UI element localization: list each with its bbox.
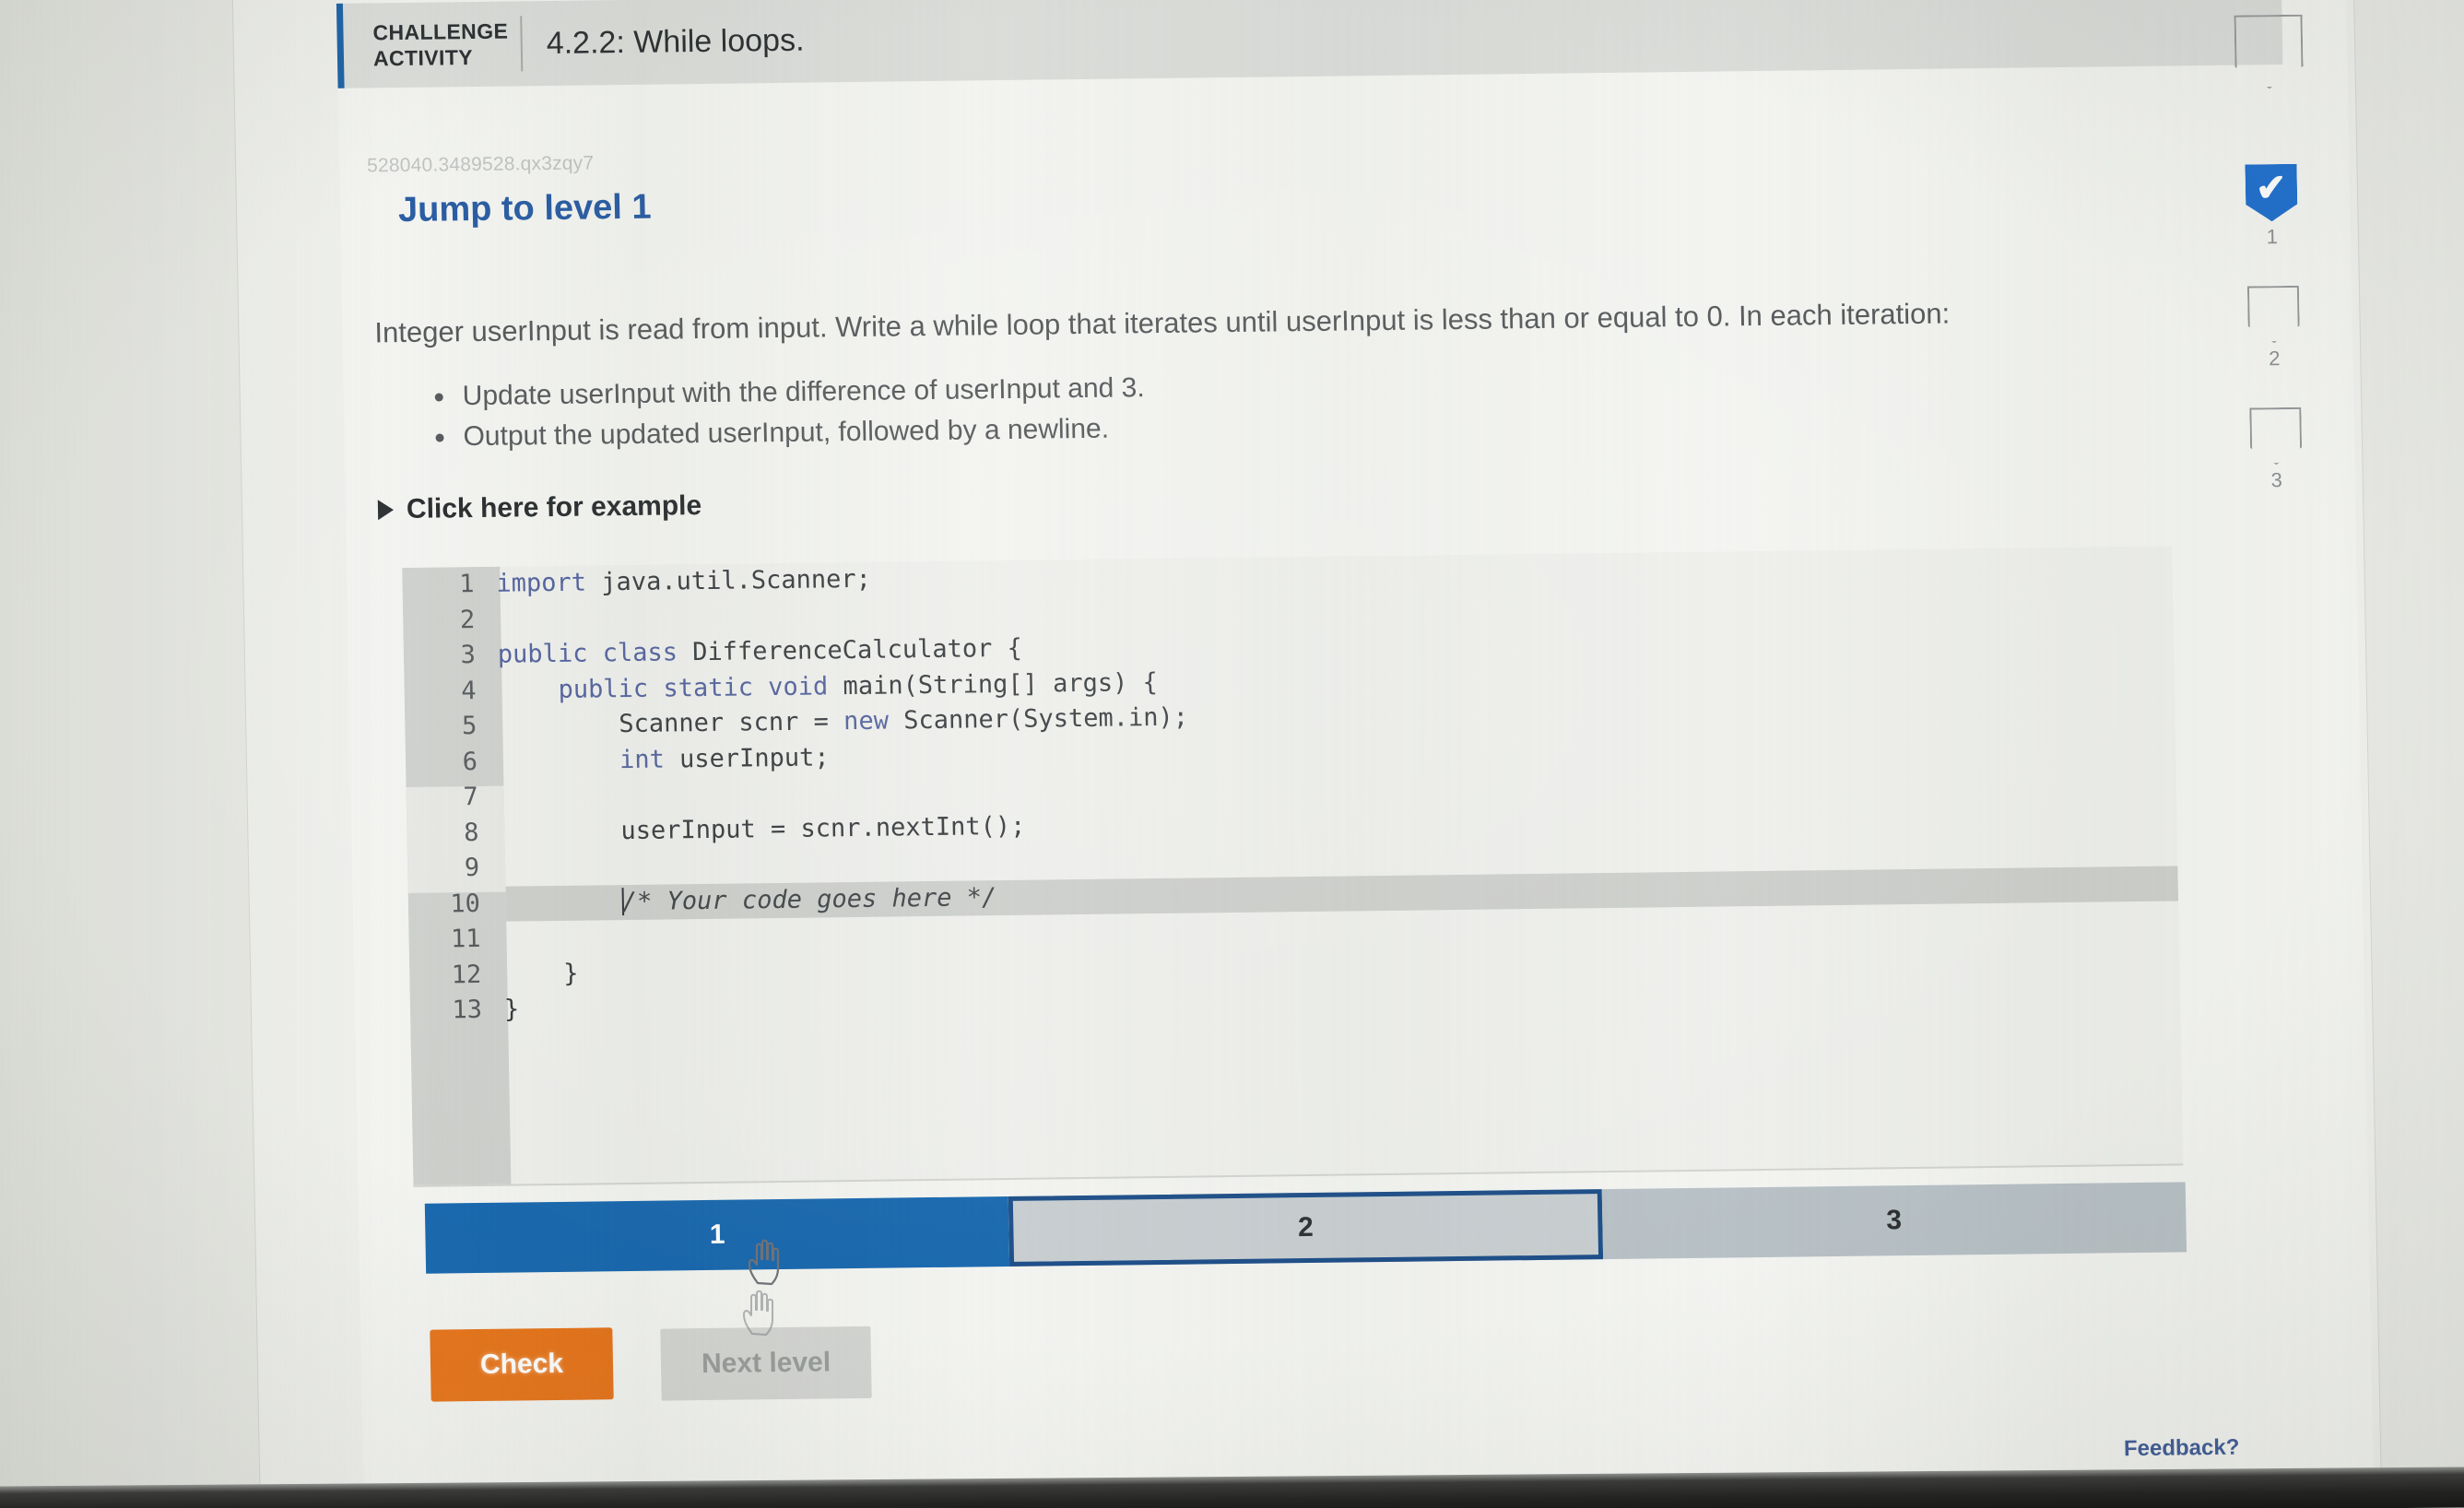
code-text: Scanner(System.in); bbox=[888, 702, 1189, 736]
line-number: 8 bbox=[463, 818, 479, 847]
code-keyword: public bbox=[558, 674, 649, 704]
code-keyword: class bbox=[602, 638, 678, 668]
code-comment: /* Your code goes here */ bbox=[621, 882, 997, 916]
code-text: Scanner scnr = bbox=[499, 707, 844, 740]
sidebar-badge-label: 3 bbox=[2270, 468, 2283, 492]
line-number: 6 bbox=[462, 747, 478, 776]
shield-check-icon: ✔ bbox=[2245, 164, 2297, 222]
code-line-text: } bbox=[503, 956, 579, 992]
code-text: userInput = scnr.nextInt(); bbox=[501, 811, 1026, 847]
code-line-text: /* Your code goes here */ bbox=[501, 880, 997, 922]
sidebar-badge[interactable]: 2 bbox=[2247, 286, 2301, 408]
code-keyword: static bbox=[663, 672, 754, 703]
code-keyword: int bbox=[619, 745, 666, 774]
action-button-row: Check Next level bbox=[430, 1325, 872, 1404]
line-number: 9 bbox=[464, 853, 480, 883]
level-heading: Jump to level 1 bbox=[397, 187, 652, 230]
shield-shape bbox=[2234, 15, 2303, 89]
line-number: 2 bbox=[459, 605, 476, 634]
shield-shape bbox=[2247, 286, 2300, 344]
sidebar-badge-list: ✔ 1 2 3 bbox=[2245, 164, 2303, 530]
activity-title: 4.2.2: While loops. bbox=[546, 22, 805, 61]
sidebar-badge[interactable]: ✔ 1 bbox=[2245, 164, 2298, 287]
shield-outline-icon bbox=[2247, 286, 2300, 344]
code-line-text: } bbox=[504, 992, 520, 1028]
line-number: 10 bbox=[450, 889, 481, 918]
sidebar-badge-label: 1 bbox=[2266, 225, 2279, 249]
feedback-link[interactable]: Feedback? bbox=[2124, 1435, 2240, 1463]
next-level-button[interactable]: Next level bbox=[660, 1325, 872, 1401]
code-line-text: import java.util.Scanner; bbox=[496, 562, 871, 602]
header-accent-bar bbox=[336, 3, 345, 88]
level-segment-1[interactable]: 1 bbox=[424, 1196, 1010, 1274]
level-segment-label: 2 bbox=[1297, 1211, 1315, 1243]
code-text: DifferenceCalculator { bbox=[677, 633, 1023, 667]
code-lines[interactable]: 1 import java.util.Scanner; 2 3 public class… bbox=[402, 547, 2183, 1185]
shield-shape bbox=[2249, 407, 2302, 465]
check-button[interactable]: Check bbox=[430, 1327, 614, 1402]
header-divider bbox=[520, 16, 524, 72]
activity-kicker-line1: CHALLENGE bbox=[372, 18, 509, 45]
check-icon: ✔ bbox=[2255, 167, 2288, 209]
line-number: 1 bbox=[458, 570, 475, 599]
code-text: userInput; bbox=[664, 742, 830, 774]
browser-page: CHALLENGE ACTIVITY 4.2.2: While loops. 5… bbox=[0, 0, 2464, 1508]
code-keyword: void bbox=[767, 671, 829, 701]
code-text: } bbox=[503, 995, 520, 1024]
code-text: main(String[] args) { bbox=[827, 667, 1159, 701]
photographed-screen: CHALLENGE ACTIVITY 4.2.2: While loops. 5… bbox=[0, 0, 2464, 1508]
line-number: 13 bbox=[452, 995, 483, 1025]
code-text: java.util.Scanner; bbox=[585, 564, 872, 597]
code-keyword: import bbox=[496, 568, 587, 598]
code-keyword: public bbox=[497, 639, 588, 669]
activity-kicker-line2: ACTIVITY bbox=[372, 45, 474, 71]
code-keyword: new bbox=[843, 706, 890, 736]
level-segment-label: 1 bbox=[709, 1219, 725, 1250]
line-number: 11 bbox=[450, 924, 481, 954]
line-number: 4 bbox=[461, 676, 477, 705]
sidebar-badge[interactable]: 3 bbox=[2249, 407, 2303, 530]
code-line-text: int userInput; bbox=[500, 740, 830, 780]
shield-outline-icon[interactable] bbox=[2234, 15, 2303, 89]
line-number: 12 bbox=[451, 960, 482, 989]
shield-outline-icon bbox=[2249, 407, 2302, 465]
example-disclosure-label: Click here for example bbox=[406, 490, 702, 524]
triangle-right-icon bbox=[377, 500, 395, 521]
level-segment-label: 3 bbox=[1886, 1205, 1903, 1236]
example-disclosure-toggle[interactable]: Click here for example bbox=[377, 490, 702, 525]
activity-kicker: CHALLENGE ACTIVITY bbox=[372, 18, 512, 71]
level-segment-2[interactable]: 2 bbox=[1008, 1189, 1603, 1266]
code-line-text: userInput = scnr.nextInt(); bbox=[501, 808, 1026, 850]
activity-id: 528040.3489528.qx3zqy7 bbox=[366, 152, 595, 177]
code-editor[interactable]: 1 import java.util.Scanner; 2 3 public class… bbox=[402, 546, 2184, 1187]
line-number: 5 bbox=[461, 712, 477, 741]
progress-sidebar: ✔ 1 2 3 bbox=[2212, 14, 2332, 529]
code-text: } bbox=[502, 959, 579, 989]
line-number: 7 bbox=[463, 782, 478, 812]
line-number: 3 bbox=[460, 641, 477, 670]
level-segment-3[interactable]: 3 bbox=[1601, 1182, 2187, 1260]
sidebar-badge-label: 2 bbox=[2268, 347, 2281, 371]
